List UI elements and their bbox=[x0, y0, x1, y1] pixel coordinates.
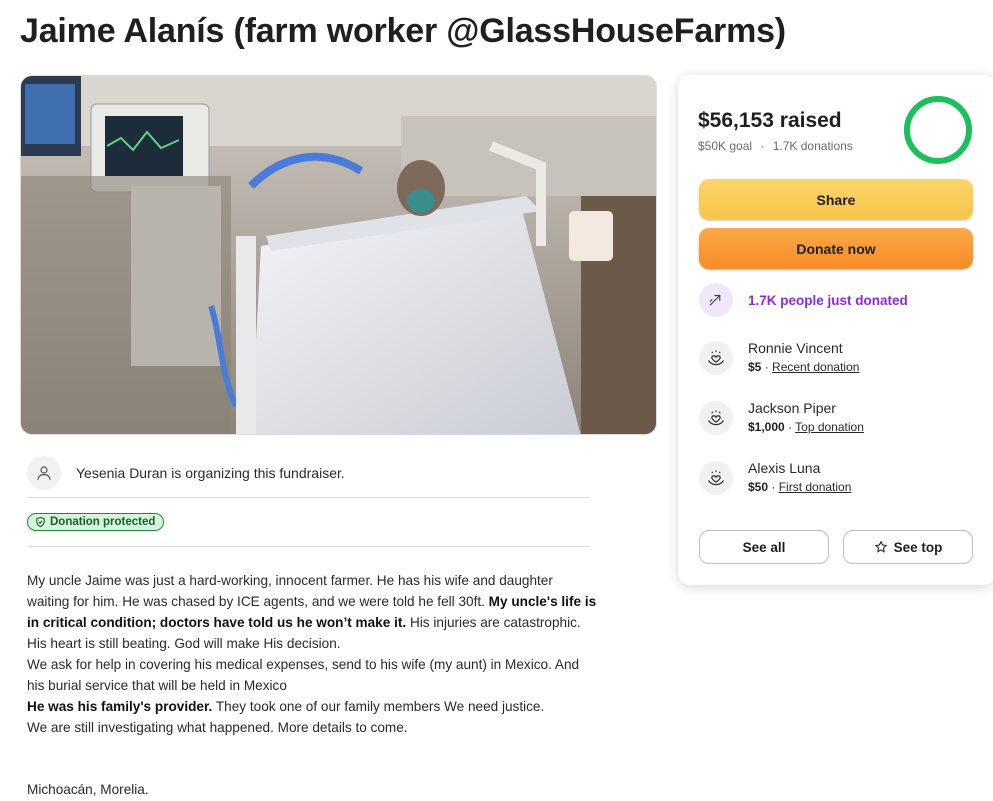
star-icon bbox=[874, 540, 887, 553]
donor-row: Jackson Piper $1,000 · Top donation bbox=[699, 399, 864, 436]
share-button[interactable]: Share bbox=[699, 179, 973, 220]
donor-amount: $50 bbox=[748, 480, 769, 494]
donor-detail: $50 · First donation bbox=[748, 480, 852, 494]
donation-tag-link[interactable]: Top donation bbox=[795, 420, 864, 434]
story-text-span: My uncle Jaime was just a hard-working, … bbox=[27, 573, 553, 609]
separator-dot: · bbox=[760, 139, 765, 153]
badge-label: Donation protected bbox=[50, 516, 156, 528]
organizer-text: Yesenia Duran is organizing this fundrai… bbox=[76, 464, 345, 481]
donation-card: $56,153 raised $50K goal · 1.7K donation… bbox=[678, 75, 993, 585]
donation-protected-badge[interactable]: Donation protected bbox=[27, 513, 165, 531]
donations-count: 1.7K donations bbox=[772, 139, 853, 153]
see-all-button[interactable]: See all bbox=[699, 530, 829, 564]
donor-row: Alexis Luna $50 · First donation bbox=[699, 459, 851, 496]
just-donated-text: 1.7K people just donated bbox=[748, 292, 908, 308]
donate-now-button[interactable]: Donate now bbox=[699, 228, 973, 269]
page-title: Jaime Alanís (farm worker @GlassHouseFar… bbox=[20, 12, 786, 50]
donor-name: Ronnie Vincent bbox=[748, 340, 843, 356]
donor-name: Jackson Piper bbox=[748, 400, 836, 416]
shield-check-icon bbox=[36, 516, 45, 528]
donation-tag-link[interactable]: First donation bbox=[779, 480, 852, 494]
story-text-span: They took one of our family members We n… bbox=[212, 699, 545, 714]
amount-raised: $56,153 raised bbox=[698, 109, 842, 133]
raised-amount: $56,153 bbox=[698, 109, 774, 132]
user-avatar-icon bbox=[27, 455, 61, 490]
heart-hand-icon bbox=[699, 460, 733, 495]
story-paragraph: My uncle Jaime was just a hard-working, … bbox=[27, 570, 597, 654]
story-text: My uncle Jaime was just a hard-working, … bbox=[27, 570, 597, 800]
story-paragraph: We ask for help in covering his medical … bbox=[27, 657, 580, 693]
see-top-label: See top bbox=[893, 539, 943, 555]
progress-ring bbox=[904, 96, 972, 164]
heart-hand-icon bbox=[699, 340, 733, 375]
trending-up-icon bbox=[699, 283, 733, 317]
see-top-button[interactable]: See top bbox=[843, 530, 973, 564]
donor-detail: $5 · Recent donation bbox=[748, 360, 860, 374]
heart-hand-icon bbox=[699, 400, 733, 435]
story-bold-text: He was his family's provider. bbox=[27, 699, 213, 714]
organizer-row: Yesenia Duran is organizing this fundrai… bbox=[27, 448, 590, 498]
story-paragraph: We are still investigating what happened… bbox=[27, 720, 408, 735]
campaign-photo[interactable] bbox=[20, 75, 657, 435]
protection-row: Donation protected bbox=[27, 498, 590, 547]
see-all-label: See all bbox=[742, 539, 786, 555]
recent-activity-row: 1.7K people just donated bbox=[699, 283, 908, 317]
goal-row: $50K goal · 1.7K donations bbox=[698, 139, 853, 153]
story-location: Michoacán, Morelia. bbox=[27, 782, 149, 797]
donation-tag-link[interactable]: Recent donation bbox=[772, 360, 859, 374]
raised-label: raised bbox=[779, 109, 842, 132]
donor-amount: $5 bbox=[748, 360, 762, 374]
donor-amount: $1,000 bbox=[748, 420, 785, 434]
story-paragraph: He was his family's provider. They took … bbox=[27, 696, 597, 717]
donor-name: Alexis Luna bbox=[748, 460, 821, 476]
donor-row: Ronnie Vincent $5 · Recent donation bbox=[699, 339, 859, 376]
goal-text: $50K goal bbox=[698, 139, 753, 153]
donor-detail: $1,000 · Top donation bbox=[748, 420, 864, 434]
